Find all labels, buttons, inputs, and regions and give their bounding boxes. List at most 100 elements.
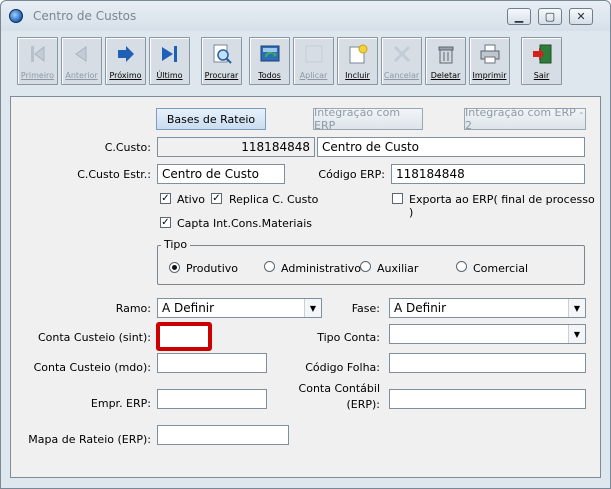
codigo-folha-field[interactable] bbox=[389, 353, 586, 373]
conta-contabil-label-erp: (ERP): bbox=[346, 398, 380, 411]
ccusto-code-field: 118184848 bbox=[157, 137, 315, 157]
previous-record-icon bbox=[75, 46, 87, 62]
tipo-administrativo-label: Administrativo bbox=[281, 262, 362, 275]
refresh-all-icon bbox=[260, 45, 280, 62]
maximize-icon: ▢ bbox=[544, 10, 556, 23]
delete-button[interactable]: Deletar bbox=[425, 37, 466, 85]
conta-contabil-field[interactable] bbox=[389, 389, 586, 409]
minimize-icon: ▁ bbox=[514, 10, 524, 23]
exporta-checkbox[interactable] bbox=[392, 193, 403, 204]
apply-icon bbox=[305, 45, 323, 63]
toolbar: Primeiro Anterior Próximo Último Procura… bbox=[11, 37, 601, 87]
all-button[interactable]: Todos bbox=[249, 37, 290, 85]
capta-label: Capta Int.Cons.Materiais bbox=[177, 217, 313, 230]
printer-icon bbox=[480, 44, 500, 64]
ccusto-estr-field[interactable]: Centro de Custo bbox=[157, 164, 285, 184]
tipo-comercial-radio[interactable] bbox=[456, 261, 467, 272]
previous-button[interactable]: Anterior bbox=[61, 37, 102, 85]
exit-button-label: Sair bbox=[533, 71, 550, 80]
ccusto-name-field[interactable]: Centro de Custo bbox=[317, 137, 585, 157]
conta-custeio-sint-label: Conta Custeio (sint): bbox=[37, 331, 151, 344]
close-icon: ✕ bbox=[576, 10, 586, 23]
chevron-down-icon: ▼ bbox=[568, 299, 585, 317]
ramo-label: Ramo: bbox=[115, 302, 151, 315]
search-icon bbox=[213, 44, 232, 64]
last-button[interactable]: Último bbox=[149, 37, 190, 85]
all-button-label: Todos bbox=[258, 71, 281, 80]
conta-custeio-mdo-label: Conta Custeio (mdo): bbox=[33, 361, 151, 374]
conta-custeio-sint-field[interactable] bbox=[156, 322, 212, 351]
ccusto-estr-label: C.Custo Estr.: bbox=[77, 168, 151, 181]
mapa-rateio-label: Mapa de Rateio (ERP): bbox=[28, 433, 151, 446]
last-button-label: Último bbox=[156, 71, 183, 80]
next-button-label: Próximo bbox=[109, 71, 142, 80]
search-button[interactable]: Procurar bbox=[201, 37, 242, 85]
replica-label: Replica C. Custo bbox=[229, 193, 319, 206]
first-button-label: Primeiro bbox=[20, 71, 55, 80]
integracao-erp-2-button[interactable]: Integração com ERP - 2 bbox=[464, 106, 586, 132]
centro-de-custos-window: Centro de Custos ▁ ▢ ✕ Primeiro Anterior… bbox=[0, 0, 611, 489]
cancel-icon bbox=[393, 45, 411, 63]
first-button[interactable]: Primeiro bbox=[17, 37, 58, 85]
bases-rateio-button[interactable]: Bases de Rateio bbox=[156, 108, 266, 130]
empr-erp-field[interactable] bbox=[157, 389, 267, 409]
tipo-produtivo-label: Produtivo bbox=[186, 262, 239, 275]
ccusto-label: C.Custo: bbox=[104, 141, 151, 154]
empr-erp-label: Empr. ERP: bbox=[90, 397, 151, 410]
form-panel: Bases de Rateio Integração com ERP Integ… bbox=[10, 96, 601, 478]
app-icon bbox=[9, 9, 23, 23]
close-button[interactable]: ✕ bbox=[569, 8, 593, 25]
ativo-checkbox[interactable]: ✓ bbox=[160, 193, 171, 204]
integracao-erp-button[interactable]: Integração com ERP bbox=[313, 106, 423, 132]
cancel-button-label: Cancelar bbox=[383, 71, 420, 80]
codigo-erp-label: Código ERP: bbox=[318, 168, 385, 181]
conta-contabil-label: Conta Contábil bbox=[298, 382, 380, 395]
tipo-auxiliar-radio[interactable] bbox=[360, 261, 371, 272]
include-button-label: Incluir bbox=[345, 71, 370, 80]
fase-label: Fase: bbox=[351, 302, 380, 315]
tipo-administrativo-radio[interactable] bbox=[264, 261, 275, 272]
search-button-label: Procurar bbox=[204, 71, 239, 80]
exit-button[interactable]: Sair bbox=[521, 37, 562, 85]
print-button[interactable]: Imprimir bbox=[469, 37, 510, 85]
next-record-icon bbox=[118, 46, 134, 62]
apply-button[interactable]: Aplicar bbox=[293, 37, 334, 85]
last-record-icon bbox=[162, 46, 177, 62]
fase-select[interactable]: A Definir ▼ bbox=[389, 298, 586, 318]
ramo-value: A Definir bbox=[162, 301, 215, 315]
tipo-group-title: Tipo bbox=[161, 238, 191, 251]
exit-door-icon bbox=[533, 44, 552, 64]
include-button[interactable]: Incluir bbox=[337, 37, 378, 85]
new-document-icon bbox=[349, 44, 368, 64]
first-record-icon bbox=[31, 45, 45, 63]
tipo-conta-label: Tipo Conta: bbox=[317, 331, 380, 344]
tipo-comercial-label: Comercial bbox=[473, 262, 529, 275]
check-mark-icon: ✓ bbox=[212, 193, 221, 204]
tipo-auxiliar-label: Auxiliar bbox=[377, 262, 419, 275]
tipo-produtivo-radio[interactable] bbox=[169, 262, 180, 273]
tipo-conta-select[interactable]: ▼ bbox=[389, 324, 586, 344]
title-bar[interactable]: Centro de Custos ▁ ▢ ✕ bbox=[1, 1, 610, 31]
chevron-down-icon: ▼ bbox=[568, 325, 585, 343]
minimize-button[interactable]: ▁ bbox=[507, 8, 531, 25]
ativo-label: Ativo bbox=[177, 193, 205, 206]
exporta-label: Exporta ao ERP( final de processo ) bbox=[409, 193, 595, 219]
window-title: Centro de Custos bbox=[33, 9, 137, 23]
previous-button-label: Anterior bbox=[65, 71, 98, 80]
mapa-rateio-field[interactable] bbox=[157, 425, 289, 445]
maximize-button[interactable]: ▢ bbox=[538, 8, 562, 25]
delete-button-label: Deletar bbox=[430, 71, 461, 80]
conta-custeio-mdo-field[interactable] bbox=[157, 353, 267, 373]
replica-checkbox[interactable]: ✓ bbox=[211, 193, 222, 204]
check-mark-icon: ✓ bbox=[161, 193, 170, 204]
cancel-button[interactable]: Cancelar bbox=[381, 37, 422, 85]
trash-icon bbox=[438, 46, 454, 64]
print-button-label: Imprimir bbox=[472, 71, 507, 80]
check-mark-icon: ✓ bbox=[161, 217, 170, 228]
codigo-folha-label: Código Folha: bbox=[305, 361, 380, 374]
apply-button-label: Aplicar bbox=[299, 71, 328, 80]
capta-checkbox[interactable]: ✓ bbox=[160, 217, 171, 228]
next-button[interactable]: Próximo bbox=[105, 37, 146, 85]
fase-value: A Definir bbox=[394, 301, 447, 315]
codigo-erp-field[interactable]: 118184848 bbox=[391, 164, 585, 184]
